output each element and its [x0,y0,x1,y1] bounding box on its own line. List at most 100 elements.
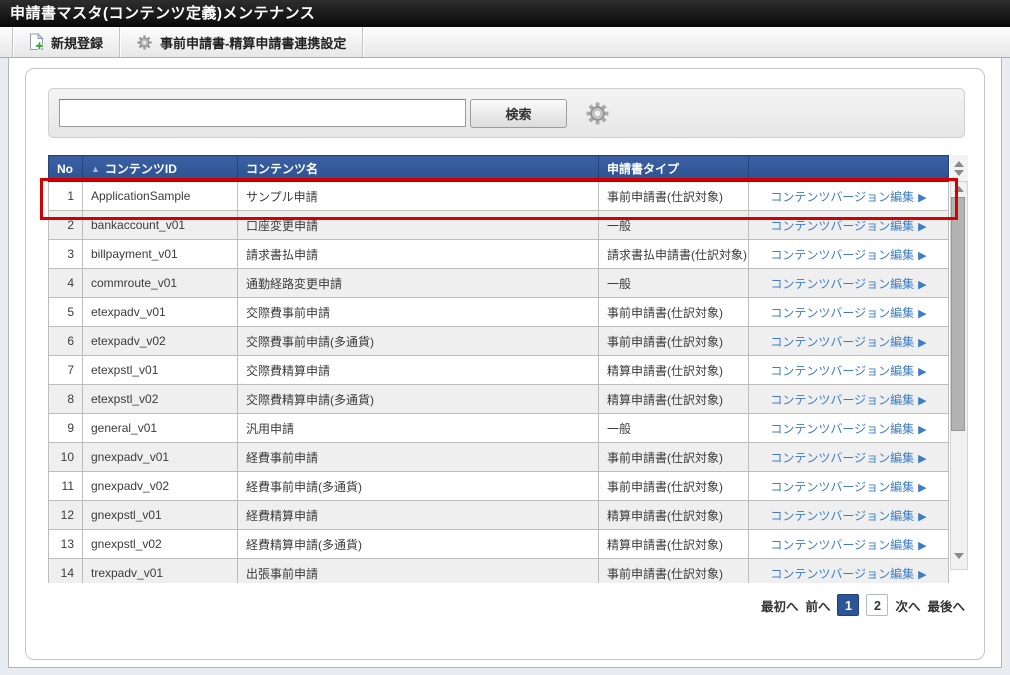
cell-content-id: gnexpstl_v01 [83,501,238,530]
cell-no: 7 [49,356,83,385]
cell-content-name: 経費事前申請(多通貨) [238,472,599,501]
cell-content-id: etexpstl_v01 [83,356,238,385]
link-arrow-icon: ▶ [918,569,926,581]
cell-content-name: 経費精算申請(多通貨) [238,530,599,559]
content-version-edit-label: コンテンツバージョン編集 [770,567,914,581]
cell-app-type: 事前申請書(仕訳対象) [599,327,749,356]
cell-no: 12 [49,501,83,530]
link-arrow-icon: ▶ [918,337,926,349]
content-version-edit-link[interactable]: コンテンツバージョン編集 ▶ [770,364,926,378]
cell-content-name: 交際費事前申請 [238,298,599,327]
search-input[interactable] [59,99,466,127]
cell-content-id: bankaccount_v01 [83,211,238,240]
cell-content-name: 通勤経路変更申請 [238,269,599,298]
link-arrow-icon: ▶ [918,366,926,378]
table-header-row: No ▲コンテンツID コンテンツ名 申請書タイプ [49,156,949,182]
cell-no: 2 [49,211,83,240]
link-settings-button[interactable]: 事前申請書-精算申請書連携設定 [120,27,362,57]
scroll-down-icon[interactable] [954,170,964,176]
pagination-first[interactable]: 最初へ [761,596,799,615]
link-arrow-icon: ▶ [918,395,926,407]
content-version-edit-link[interactable]: コンテンツバージョン編集▶ [770,306,926,320]
cell-content-name: 交際費精算申請(多通貨) [238,385,599,414]
content-version-edit-link[interactable]: コンテンツバージョン編集 ▶ [770,567,926,581]
cell-content-name: サンプル申請 [238,182,599,211]
scrollbar-down-arrow[interactable] [954,553,964,559]
content-version-edit-link[interactable]: コンテンツバージョン編集▶ [770,538,926,552]
table-row: 8 etexpstl_v02 交際費精算申請(多通貨) 精算申請書(仕訳対象) … [49,385,949,414]
content-version-edit-label: コンテンツバージョン編集 [770,451,914,465]
content-version-edit-link[interactable]: コンテンツバージョン編集 ▶ [770,335,926,349]
new-register-button[interactable]: 新規登録 [13,27,119,57]
column-header-actions [749,156,949,182]
content-version-edit-label: コンテンツバージョン編集 [770,422,914,436]
link-settings-label: 事前申請書-精算申請書連携設定 [160,33,346,52]
search-button[interactable]: 検索 [470,99,567,128]
cell-app-type: 事前申請書(仕訳対象) [599,472,749,501]
pagination-page-1[interactable]: 1 [837,594,859,616]
content-version-edit-link[interactable]: コンテンツバージョン編集▶ [770,248,926,262]
pagination-next[interactable]: 次へ [895,596,920,615]
vertical-scrollbar [950,155,968,570]
cell-content-name: 口座変更申請 [238,211,599,240]
content-version-edit-label: コンテンツバージョン編集 [770,364,914,378]
content-version-edit-link[interactable]: コンテンツバージョン編集▶ [770,480,926,494]
cell-content-name: 経費事前申請 [238,443,599,472]
cell-content-id: gnexpadv_v02 [83,472,238,501]
content-version-edit-link[interactable]: コンテンツバージョン編集▶ [770,509,926,523]
cell-app-type: 請求書払申請書(仕訳対象) [599,240,749,269]
cell-no: 1 [49,182,83,211]
content-version-edit-link[interactable]: コンテンツバージョン編集▶ [770,219,926,233]
cell-no: 14 [49,559,83,584]
content-version-edit-label: コンテンツバージョン編集 [770,335,914,349]
cell-no: 4 [49,269,83,298]
table-row: 2 bankaccount_v01 口座変更申請 一般 コンテンツバージョン編集… [49,211,949,240]
column-header-no[interactable]: No [49,156,83,182]
content-version-edit-label: コンテンツバージョン編集 [770,538,914,552]
cell-app-type: 事前申請書(仕訳対象) [599,182,749,211]
table-row: 12 gnexpstl_v01 経費精算申請 精算申請書(仕訳対象) コンテンツ… [49,501,949,530]
content-version-edit-label: コンテンツバージョン編集 [770,306,914,320]
search-settings-gear-icon[interactable] [585,101,610,126]
column-header-content-name[interactable]: コンテンツ名 [238,156,599,182]
toolbar: 新規登録 事前申請書-精算申請書連携設定 [0,27,1010,58]
column-header-app-type[interactable]: 申請書タイプ [599,156,749,182]
content-version-edit-link[interactable]: コンテンツバージョン編集▶ [770,277,926,291]
content-version-edit-link[interactable]: コンテンツバージョン編集▶ [770,393,926,407]
pagination-prev[interactable]: 前へ [805,596,830,615]
search-panel: 検索 [48,88,965,138]
cell-content-id: gnexpstl_v02 [83,530,238,559]
content-version-edit-link[interactable]: コンテンツバージョン編集▶ [770,190,926,204]
pagination-last[interactable]: 最後へ [927,596,965,615]
link-arrow-icon: ▶ [918,424,926,436]
table-row: 1 ApplicationSample サンプル申請 事前申請書(仕訳対象) コ… [49,182,949,211]
content-table: No ▲コンテンツID コンテンツ名 申請書タイプ 1 ApplicationS… [48,155,968,583]
scrollbar-header-buttons [950,155,968,181]
content-version-edit-link[interactable]: コンテンツバージョン編集▶ [770,451,926,465]
cell-app-type: 一般 [599,414,749,443]
table-row: 13 gnexpstl_v02 経費精算申請(多通貨) 精算申請書(仕訳対象) … [49,530,949,559]
column-header-content-id[interactable]: ▲コンテンツID [83,156,238,182]
table-row: 10 gnexpadv_v01 経費事前申請 事前申請書(仕訳対象) コンテンツ… [49,443,949,472]
pagination-page-2[interactable]: 2 [866,594,888,616]
cell-app-type: 事前申請書(仕訳対象) [599,298,749,327]
scrollbar-up-arrow[interactable] [954,186,964,192]
link-arrow-icon: ▶ [918,192,926,204]
table-row: 11 gnexpadv_v02 経費事前申請(多通貨) 事前申請書(仕訳対象) … [49,472,949,501]
cell-content-name: 交際費事前申請(多通貨) [238,327,599,356]
toolbar-separator [362,27,363,57]
scrollbar-thumb[interactable] [951,197,965,431]
cell-no: 5 [49,298,83,327]
table-row: 9 general_v01 汎用申請 一般 コンテンツバージョン編集▶ [49,414,949,443]
table-row: 6 etexpadv_v02 交際費事前申請(多通貨) 事前申請書(仕訳対象) … [49,327,949,356]
link-arrow-icon: ▶ [918,250,926,262]
sort-ascending-icon: ▲ [91,164,100,174]
scroll-up-icon[interactable] [954,161,964,167]
cell-no: 13 [49,530,83,559]
cell-content-id: billpayment_v01 [83,240,238,269]
content-version-edit-label: コンテンツバージョン編集 [770,219,914,233]
content-version-edit-link[interactable]: コンテンツバージョン編集 ▶ [770,422,926,436]
cell-content-name: 経費精算申請 [238,501,599,530]
cell-content-name: 出張事前申請 [238,559,599,584]
cell-no: 9 [49,414,83,443]
